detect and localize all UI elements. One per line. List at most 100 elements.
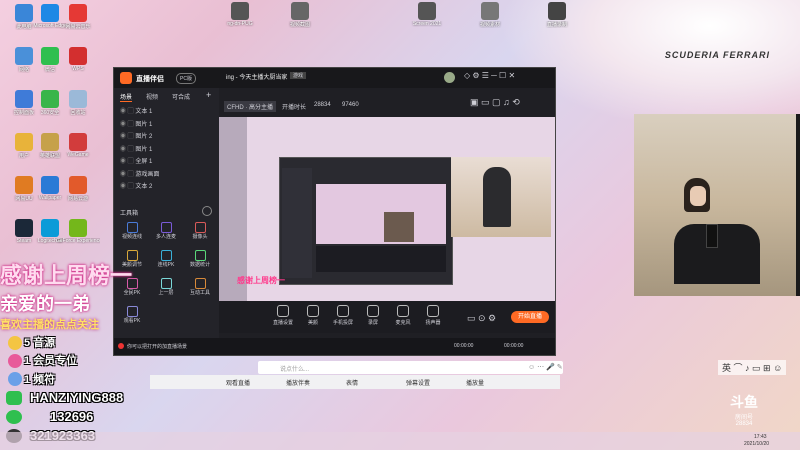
version-badge[interactable]: PC版 — [176, 73, 196, 84]
visibility-icon[interactable]: ◉ ▢ — [120, 122, 135, 128]
tool-icon — [194, 250, 206, 261]
visibility-icon[interactable]: ◉ ▢ — [120, 147, 135, 153]
mic-icon — [397, 305, 409, 317]
scene-item[interactable]: ◉ ▢ 图片 1 — [120, 144, 210, 153]
tool-button[interactable]: 多人连麦 — [150, 222, 182, 240]
room-number: 28834 — [314, 102, 331, 108]
file-icon — [418, 2, 436, 20]
control-speaker[interactable]: 扬声器 — [419, 303, 447, 326]
desktop-icon-label: GeForce Experience — [56, 238, 100, 244]
douyu-room: 28834 — [735, 421, 753, 427]
chat-tool-3[interactable]: 弹幕设置 — [406, 378, 430, 387]
scene-item[interactable]: ◉ ▢ 图片 2 — [120, 131, 210, 140]
window-controls[interactable]: ◇ ⚙ ☰ ─ ☐ ✕ — [464, 71, 515, 80]
tab-0[interactable]: 场景 — [120, 92, 133, 102]
control-record[interactable]: 录屏 — [359, 303, 387, 326]
avatar[interactable] — [444, 72, 455, 83]
app-logo-icon — [120, 72, 132, 84]
follow-banner: 喜欢主播的点点关注 — [0, 319, 99, 331]
control-phone[interactable]: 手机投屏 — [329, 303, 357, 326]
tab-1[interactable]: 视频 — [146, 92, 158, 101]
tool-button[interactable]: 连线PK — [150, 250, 182, 268]
stream-preview[interactable]: 感谢上周榜一 — [219, 117, 555, 301]
top-tool-icons[interactable]: ▣ ▭ ▢ ♫ ⟲ — [470, 97, 520, 108]
window-titlebar: 直播伴侣 PC版 ing - 今天主播大厨当家 游戏 ◇ ⚙ ☰ ─ ☐ ✕ — [114, 68, 555, 88]
category-chip[interactable]: CFHD · 高分主播 — [224, 101, 276, 112]
stream-tag[interactable]: 游戏 — [290, 72, 307, 79]
app-icon — [69, 133, 87, 151]
add-scene-button[interactable]: + — [206, 90, 211, 100]
visibility-icon[interactable]: ◉ ▢ — [120, 172, 135, 178]
tool-label: 摄像头 — [192, 234, 208, 240]
tool-button[interactable]: 视频连线 — [116, 222, 148, 240]
scene-item[interactable]: ◉ ▢ 文本 1 — [120, 106, 210, 115]
control-face[interactable]: 美颜 — [299, 303, 327, 326]
control-label: 麦克风 — [395, 320, 411, 326]
desktop-icon[interactable]: 网易云音乐 — [56, 4, 100, 30]
tool-icon — [160, 278, 172, 289]
control-monitor[interactable]: 直播设置 — [269, 303, 297, 326]
chat-input-field[interactable]: 说点什么... ☺ ⋯ 🎤 ✎ — [258, 361, 563, 374]
scene-label: 文本 2 — [135, 184, 153, 190]
desktop-icon[interactable]: 视频素材 — [468, 2, 512, 28]
app-icon — [69, 90, 87, 108]
file-icon — [231, 2, 249, 20]
chat-tool-1[interactable]: 播放伴奏 — [286, 378, 310, 387]
desktop-icon[interactable]: WeGame — [56, 133, 100, 158]
tab-2[interactable]: 可合成 — [172, 92, 190, 101]
toolbox-collapse-icon[interactable] — [202, 206, 212, 216]
desktop-icon[interactable]: Screen 2021 — [405, 2, 449, 27]
desktop-icon[interactable]: 直播录制 — [535, 2, 579, 28]
control-mic[interactable]: 麦克风 — [389, 303, 417, 326]
control-bar: 直播设置 美颜 手机投屏 录屏 麦克风 扬声器 ▭ ⊙ ⚙ 开始直播 — [219, 301, 555, 333]
desktop-icon[interactable]: 回收站 — [56, 90, 100, 116]
visibility-icon[interactable]: ◉ ▢ — [120, 159, 135, 165]
desktop-icon[interactable]: GeForce Experience — [56, 219, 100, 244]
desktop-icon-label: ng-dn-PUG — [227, 21, 253, 27]
control-label: 美颜 — [307, 320, 318, 326]
start-stream-button[interactable]: 开始直播 — [511, 311, 549, 323]
scene-item[interactable]: ◉ ▢ 文本 2 — [120, 181, 210, 190]
file-icon — [291, 2, 309, 20]
tool-label: 互动工具 — [189, 290, 210, 296]
app-icon — [69, 176, 87, 194]
chat-tool-4[interactable]: 播放量 — [466, 378, 484, 387]
gift-line-3: 1 频符 — [24, 374, 56, 386]
status-time-2: 00:00:00 — [504, 343, 524, 349]
scene-label: 全屏 1 — [135, 159, 153, 165]
tool-button[interactable]: 数据统计 — [184, 250, 216, 268]
desktop-icon[interactable]: ng-dn-PUG — [218, 2, 262, 27]
desktop-icon[interactable]: 视频截图 — [278, 2, 322, 28]
visibility-icon[interactable]: ◉ ▢ — [120, 109, 135, 115]
chat-tool-2[interactable]: 表情 — [346, 378, 358, 387]
chat-tool-0[interactable]: 观看直播 — [226, 378, 250, 387]
scene-item[interactable]: ◉ ▢ 图片 1 — [120, 119, 210, 128]
desktop-icon-label: Screen 2021 — [412, 21, 442, 27]
tool-icon — [160, 250, 172, 261]
douyu-sub: 房间号 — [734, 415, 753, 421]
visibility-icon[interactable]: ◉ ▢ — [120, 134, 135, 140]
speaker-icon — [427, 305, 439, 317]
file-icon — [548, 2, 566, 20]
tool-button[interactable]: 观看PK — [116, 306, 148, 324]
tool-button[interactable]: 上一层 — [150, 278, 182, 296]
desktop-icon-label: 网易云游 — [67, 196, 88, 202]
settings-icons[interactable]: ▭ ⊙ ⚙ — [467, 313, 496, 324]
desktop-icon-label: 直播录制 — [546, 22, 567, 28]
contact-name: HANZIYING888 — [30, 390, 124, 405]
tool-icon — [126, 306, 138, 317]
live-companion-window: 直播伴侣 PC版 ing - 今天主播大厨当家 游戏 ◇ ⚙ ☰ ─ ☐ ✕ 场… — [113, 67, 556, 356]
desktop-icon-label: WeGame — [67, 152, 89, 158]
preview-webcam — [451, 157, 551, 237]
desktop-icon-label: WPS — [72, 66, 84, 72]
chat-action-icons[interactable]: ☺ ⋯ 🎤 ✎ — [528, 363, 563, 371]
desktop-icon[interactable]: 网易云游 — [56, 176, 100, 202]
scene-item[interactable]: ◉ ▢ 全屏 1 — [120, 156, 210, 165]
tool-button[interactable]: 摄像头 — [184, 222, 216, 240]
desktop-icon-label: 视频截图 — [289, 22, 310, 28]
ime-indicator[interactable]: 英 ⌒ ♪ ▭ ⊞ ☺ — [718, 360, 787, 375]
visibility-icon[interactable]: ◉ ▢ — [120, 184, 135, 190]
scene-item[interactable]: ◉ ▢ 游戏画面 — [120, 169, 210, 178]
desktop-icon[interactable]: WPS — [56, 47, 100, 72]
tool-button[interactable]: 互动工具 — [184, 278, 216, 296]
